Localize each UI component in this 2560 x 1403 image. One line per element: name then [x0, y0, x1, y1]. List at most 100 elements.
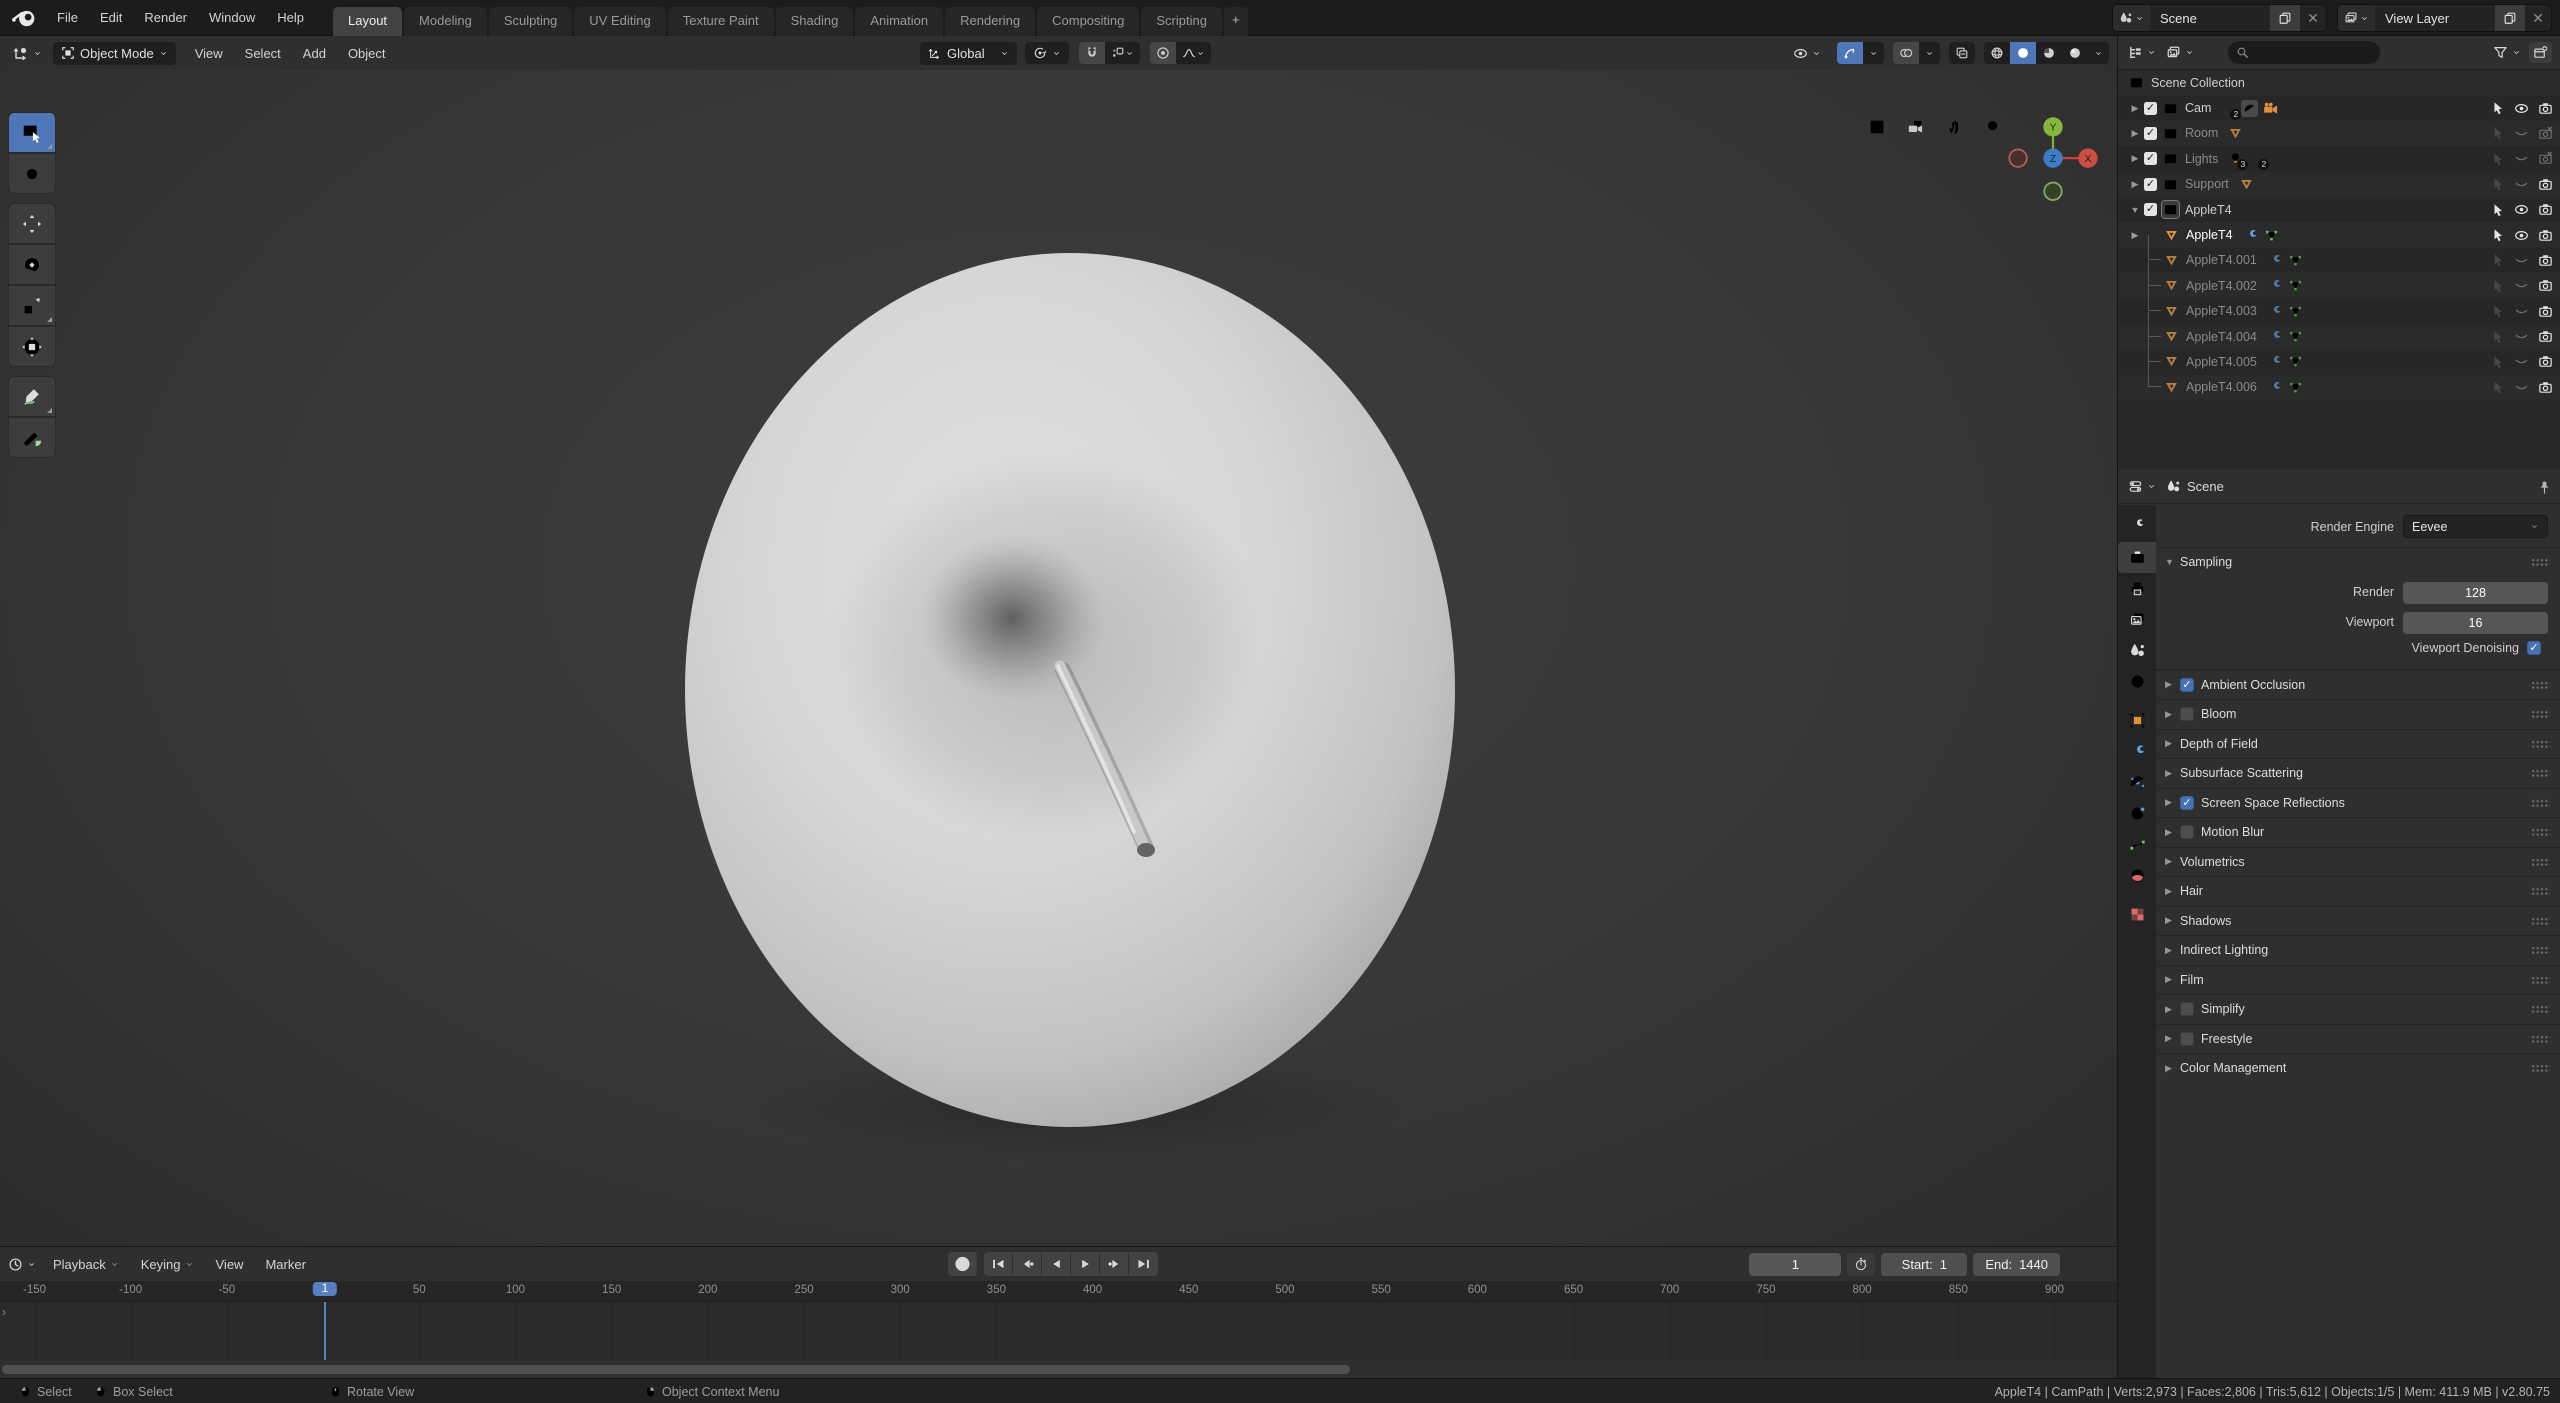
previous-keyframe-button[interactable] [1013, 1252, 1042, 1276]
hide-viewport-toggle[interactable] [2513, 380, 2530, 395]
outliner-filter-dropdown[interactable] [2491, 42, 2523, 63]
outliner-row-support[interactable]: ▶ ✓ Support [2118, 171, 2560, 197]
selectable-toggle[interactable] [2489, 279, 2506, 293]
render-engine-dropdown[interactable]: Eevee [2403, 515, 2548, 538]
measure-tool[interactable] [8, 417, 56, 458]
wrench-icon[interactable] [2242, 227, 2259, 244]
hide-viewport-toggle[interactable] [2513, 101, 2530, 116]
outliner-row-applet4[interactable]: ▶ AppleT4 [2118, 222, 2560, 248]
play-reverse-button[interactable] [1042, 1252, 1071, 1276]
playhead-current-frame[interactable]: 1 [312, 1282, 338, 1296]
outliner-row-applet4-004[interactable]: AppleT4.004 [2118, 311, 2560, 350]
outliner-item-label[interactable]: Room [2185, 126, 2218, 140]
drag-handle[interactable] [2531, 798, 2550, 807]
panel-color-management[interactable]: ▶ Color Management [2156, 1053, 2560, 1083]
meshtri-icon[interactable] [2238, 176, 2255, 193]
cursor-tool[interactable] [8, 153, 56, 194]
workspace-tab-layout[interactable]: Layout [333, 6, 403, 36]
outliner-item-label[interactable]: AppleT4.006 [2186, 380, 2257, 394]
start-frame-field[interactable]: Start: 1 [1881, 1252, 1968, 1276]
new-collection-button[interactable] [2529, 42, 2552, 63]
camera-view[interactable] [1903, 114, 1929, 140]
gizmos-toggle[interactable] [1837, 42, 1863, 64]
wrench-icon[interactable] [2266, 303, 2283, 320]
viewport-menu-add[interactable]: Add [292, 42, 337, 65]
workspace-tab-modeling[interactable]: Modeling [404, 6, 487, 36]
navigation-gizmo[interactable]: Y X Z [2007, 114, 2099, 206]
view-layer-selector[interactable]: View Layer ✕ [2337, 4, 2552, 32]
hide-render-toggle[interactable] [2537, 304, 2554, 319]
workspace-tab-texture-paint[interactable]: Texture Paint [667, 6, 774, 36]
panel-indirect-lighting[interactable]: ▶ Indirect Lighting [2156, 935, 2560, 965]
selectable-toggle[interactable] [2489, 228, 2506, 242]
properties-tab-physics[interactable] [2118, 798, 2156, 829]
timeline-ruler[interactable]: -150 -100 -50 50 100 150 200 250 300 350 400 450 500… [0, 1281, 2117, 1302]
drag-handle[interactable] [2531, 1034, 2550, 1043]
shading-wireframe-button[interactable] [1984, 42, 2010, 64]
wrench-icon[interactable] [2266, 328, 2283, 345]
collection-icon[interactable] [2162, 150, 2179, 167]
meshdata-icon[interactable] [2287, 303, 2304, 320]
viewport-canvas[interactable]: Y X Z [0, 70, 2117, 1246]
properties-tab-object[interactable] [2118, 705, 2156, 736]
jump-to-start-button[interactable] [984, 1252, 1013, 1276]
outliner-item-label[interactable]: Scene Collection [2151, 76, 2245, 90]
outliner-item-label[interactable]: AppleT4.002 [2186, 279, 2257, 293]
outliner-item-label[interactable]: AppleT4.004 [2186, 330, 2257, 344]
disclosure-triangle-icon[interactable]: ▶ [2128, 153, 2142, 164]
hide-viewport-toggle[interactable] [2513, 177, 2530, 192]
properties-tab-texture[interactable] [2118, 899, 2156, 930]
outliner-item-label[interactable]: Support [2185, 177, 2229, 191]
hide-render-toggle[interactable] [2537, 177, 2554, 192]
hide-viewport-toggle[interactable] [2513, 202, 2530, 217]
overlays-dropdown[interactable] [1919, 45, 1940, 62]
panel-bloom[interactable]: ▶ Bloom [2156, 699, 2560, 729]
movcam-icon[interactable] [2262, 100, 2279, 117]
outliner-item-label[interactable]: Cam [2185, 101, 2211, 115]
outliner-row-applet4-003[interactable]: AppleT4.003 [2118, 286, 2560, 324]
xray-toggle[interactable] [1949, 42, 1975, 64]
panel-volumetrics[interactable]: ▶ Volumetrics [2156, 846, 2560, 877]
panel-shadows[interactable]: ▶ Shadows [2156, 905, 2560, 936]
auto-keying-clock-button[interactable] [1847, 1252, 1876, 1276]
viewport-menu-object[interactable]: Object [337, 42, 397, 65]
view-layer-copy-button[interactable] [2495, 5, 2525, 31]
mesh-icon[interactable] [2163, 379, 2180, 396]
workspace-tab-sculpting[interactable]: Sculpting [488, 6, 573, 36]
drag-handle[interactable] [2531, 916, 2550, 925]
gizmos-dropdown[interactable] [1863, 45, 1884, 62]
selectable-toggle[interactable] [2489, 380, 2506, 394]
blender-logo-icon[interactable] [12, 8, 36, 28]
collection-icon[interactable] [2162, 176, 2179, 193]
drag-handle[interactable] [2531, 1064, 2550, 1073]
workspace-tab-scripting[interactable]: Scripting [1141, 6, 1222, 36]
hide-render-toggle[interactable] [2537, 354, 2554, 369]
timeline-menu-view[interactable]: View [205, 1253, 255, 1276]
mesh-icon[interactable] [2163, 252, 2180, 269]
end-frame-field[interactable]: End: 1440 [1973, 1252, 2060, 1276]
viewport-denoising-checkbox[interactable]: ✓ [2527, 640, 2541, 655]
disclosure-triangle-icon[interactable]: ▶ [2128, 128, 2142, 139]
falloff-dropdown[interactable] [1176, 42, 1211, 64]
selectable-toggle[interactable] [2489, 152, 2506, 166]
playhead-line[interactable] [324, 1302, 326, 1360]
mesh-icon[interactable] [2163, 303, 2180, 320]
scene-selector[interactable]: Scene ✕ [2112, 4, 2327, 32]
curveo-icon[interactable] [2241, 99, 2259, 117]
sampling-panel-header[interactable]: ▼ Sampling [2156, 547, 2560, 577]
select-box-tool[interactable] [8, 112, 56, 153]
next-keyframe-button[interactable] [1100, 1252, 1129, 1276]
scene-copy-button[interactable] [2270, 5, 2300, 31]
panel-motion-blur[interactable]: ▶ Motion Blur [2156, 817, 2560, 847]
hide-render-toggle[interactable] [2537, 278, 2554, 293]
meshdata-icon[interactable] [2287, 252, 2304, 269]
selectable-toggle[interactable] [2489, 355, 2506, 369]
panel-checkbox[interactable] [2180, 1002, 2194, 1017]
transform-tool[interactable] [8, 326, 56, 367]
properties-tab-view-layer[interactable] [2118, 604, 2156, 635]
hide-viewport-toggle[interactable] [2513, 253, 2530, 268]
workspace-tab-compositing[interactable]: Compositing [1037, 6, 1140, 36]
shading-material-button[interactable] [2036, 42, 2062, 64]
annotate-tool[interactable] [8, 376, 56, 417]
scene-type-icon[interactable] [2113, 5, 2150, 31]
